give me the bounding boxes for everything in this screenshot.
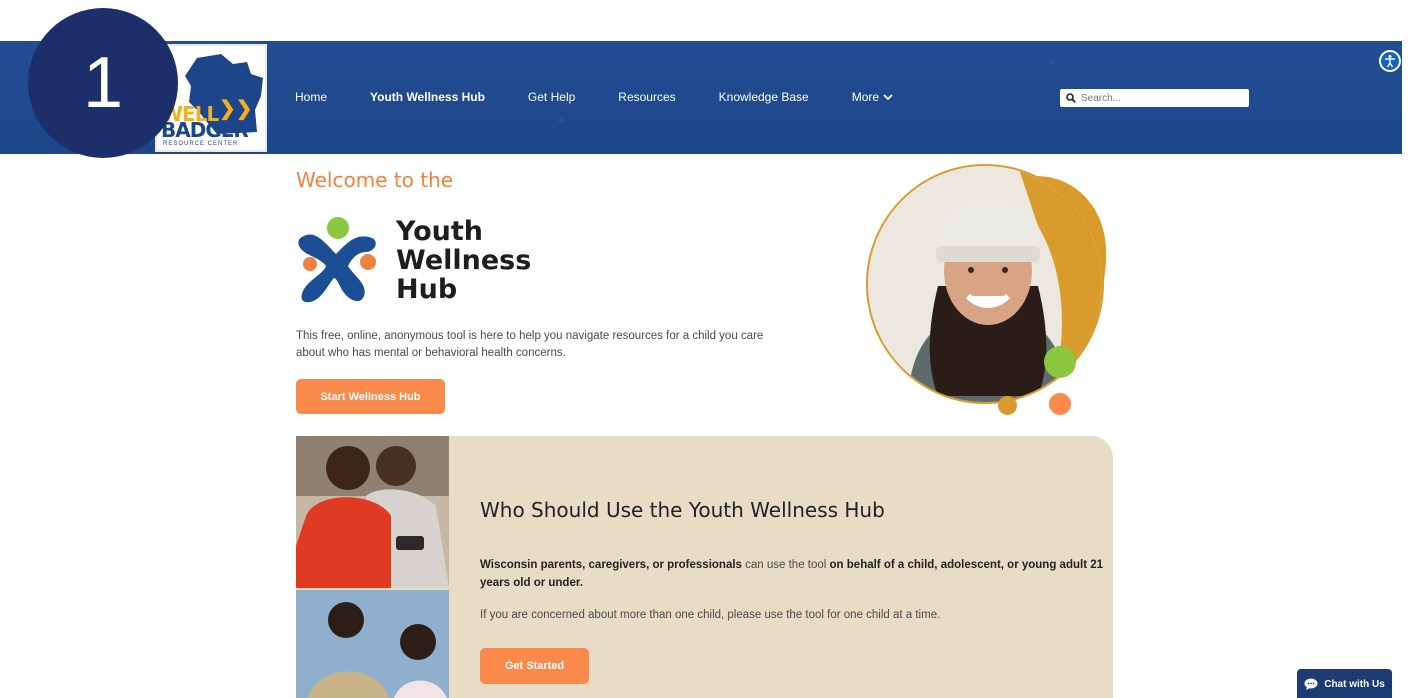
chat-label: Chat with Us: [1324, 678, 1385, 690]
card-eligibility-who: Wisconsin parents, caregivers, or profes…: [480, 559, 742, 571]
decorative-dot-orange: [1049, 393, 1071, 415]
card-one-child-note: If you are concerned about more than one…: [480, 609, 941, 621]
logo-subtitle: RESOURCE CENTER: [163, 141, 239, 147]
search-icon: [1066, 93, 1076, 103]
teens-photo: [296, 436, 449, 588]
logo-word-badger: BADGER: [161, 118, 249, 142]
nav-home[interactable]: Home: [295, 90, 327, 104]
card-eligibility-text: Wisconsin parents, caregivers, or profes…: [480, 556, 1110, 592]
step-number: 1: [82, 43, 124, 123]
teens-illustration: [296, 436, 449, 588]
chat-with-us-button[interactable]: Chat with Us: [1297, 669, 1392, 698]
chevron-down-icon: [883, 93, 893, 100]
nav-resources[interactable]: Resources: [618, 90, 675, 104]
step-number-badge: 1: [28, 8, 178, 158]
hub-word-wellness: Wellness: [396, 245, 532, 276]
nav-youth-wellness-hub[interactable]: Youth Wellness Hub: [370, 90, 485, 104]
nav-knowledge-base[interactable]: Knowledge Base: [719, 90, 809, 104]
decorative-dot-gold: [998, 396, 1017, 415]
accessibility-icon: [1385, 55, 1395, 68]
main-nav: Home Youth Wellness Hub Get Help Resourc…: [295, 90, 936, 104]
chat-bubble-icon: [1304, 678, 1318, 690]
page: 1 ❯❯ WELL BADGER RESOURCE CENTER Home Yo…: [0, 0, 1422, 698]
hero-portrait: [862, 160, 1112, 420]
hub-logo-wordmark: Youth Wellness Hub: [396, 217, 531, 304]
accessibility-button[interactable]: [1379, 50, 1401, 72]
decorative-dot-green: [1044, 346, 1076, 378]
who-should-use-card: Who Should Use the Youth Wellness Hub Wi…: [296, 436, 1113, 698]
youth-wellness-hub-logo-icon: [298, 217, 376, 303]
nav-more[interactable]: More: [852, 90, 893, 104]
card-eligibility-verb: can use the tool: [741, 559, 830, 571]
hub-word-hub: Hub: [396, 274, 458, 305]
family-photos: [296, 436, 449, 698]
siblings-illustration: [296, 590, 449, 698]
search-box: [1060, 89, 1249, 107]
card-title: Who Should Use the Youth Wellness Hub: [480, 498, 885, 522]
welcome-heading: Welcome to the: [296, 168, 454, 192]
hub-word-youth: Youth: [396, 216, 483, 247]
start-wellness-hub-button[interactable]: Start Wellness Hub: [296, 379, 445, 414]
nav-get-help[interactable]: Get Help: [528, 90, 575, 104]
get-started-button[interactable]: Get Started: [480, 648, 589, 684]
nav-more-label: More: [851, 90, 880, 104]
hero-intro-text: This free, online, anonymous tool is her…: [296, 330, 764, 359]
search-input[interactable]: [1081, 92, 1241, 104]
siblings-photo: [296, 590, 449, 698]
